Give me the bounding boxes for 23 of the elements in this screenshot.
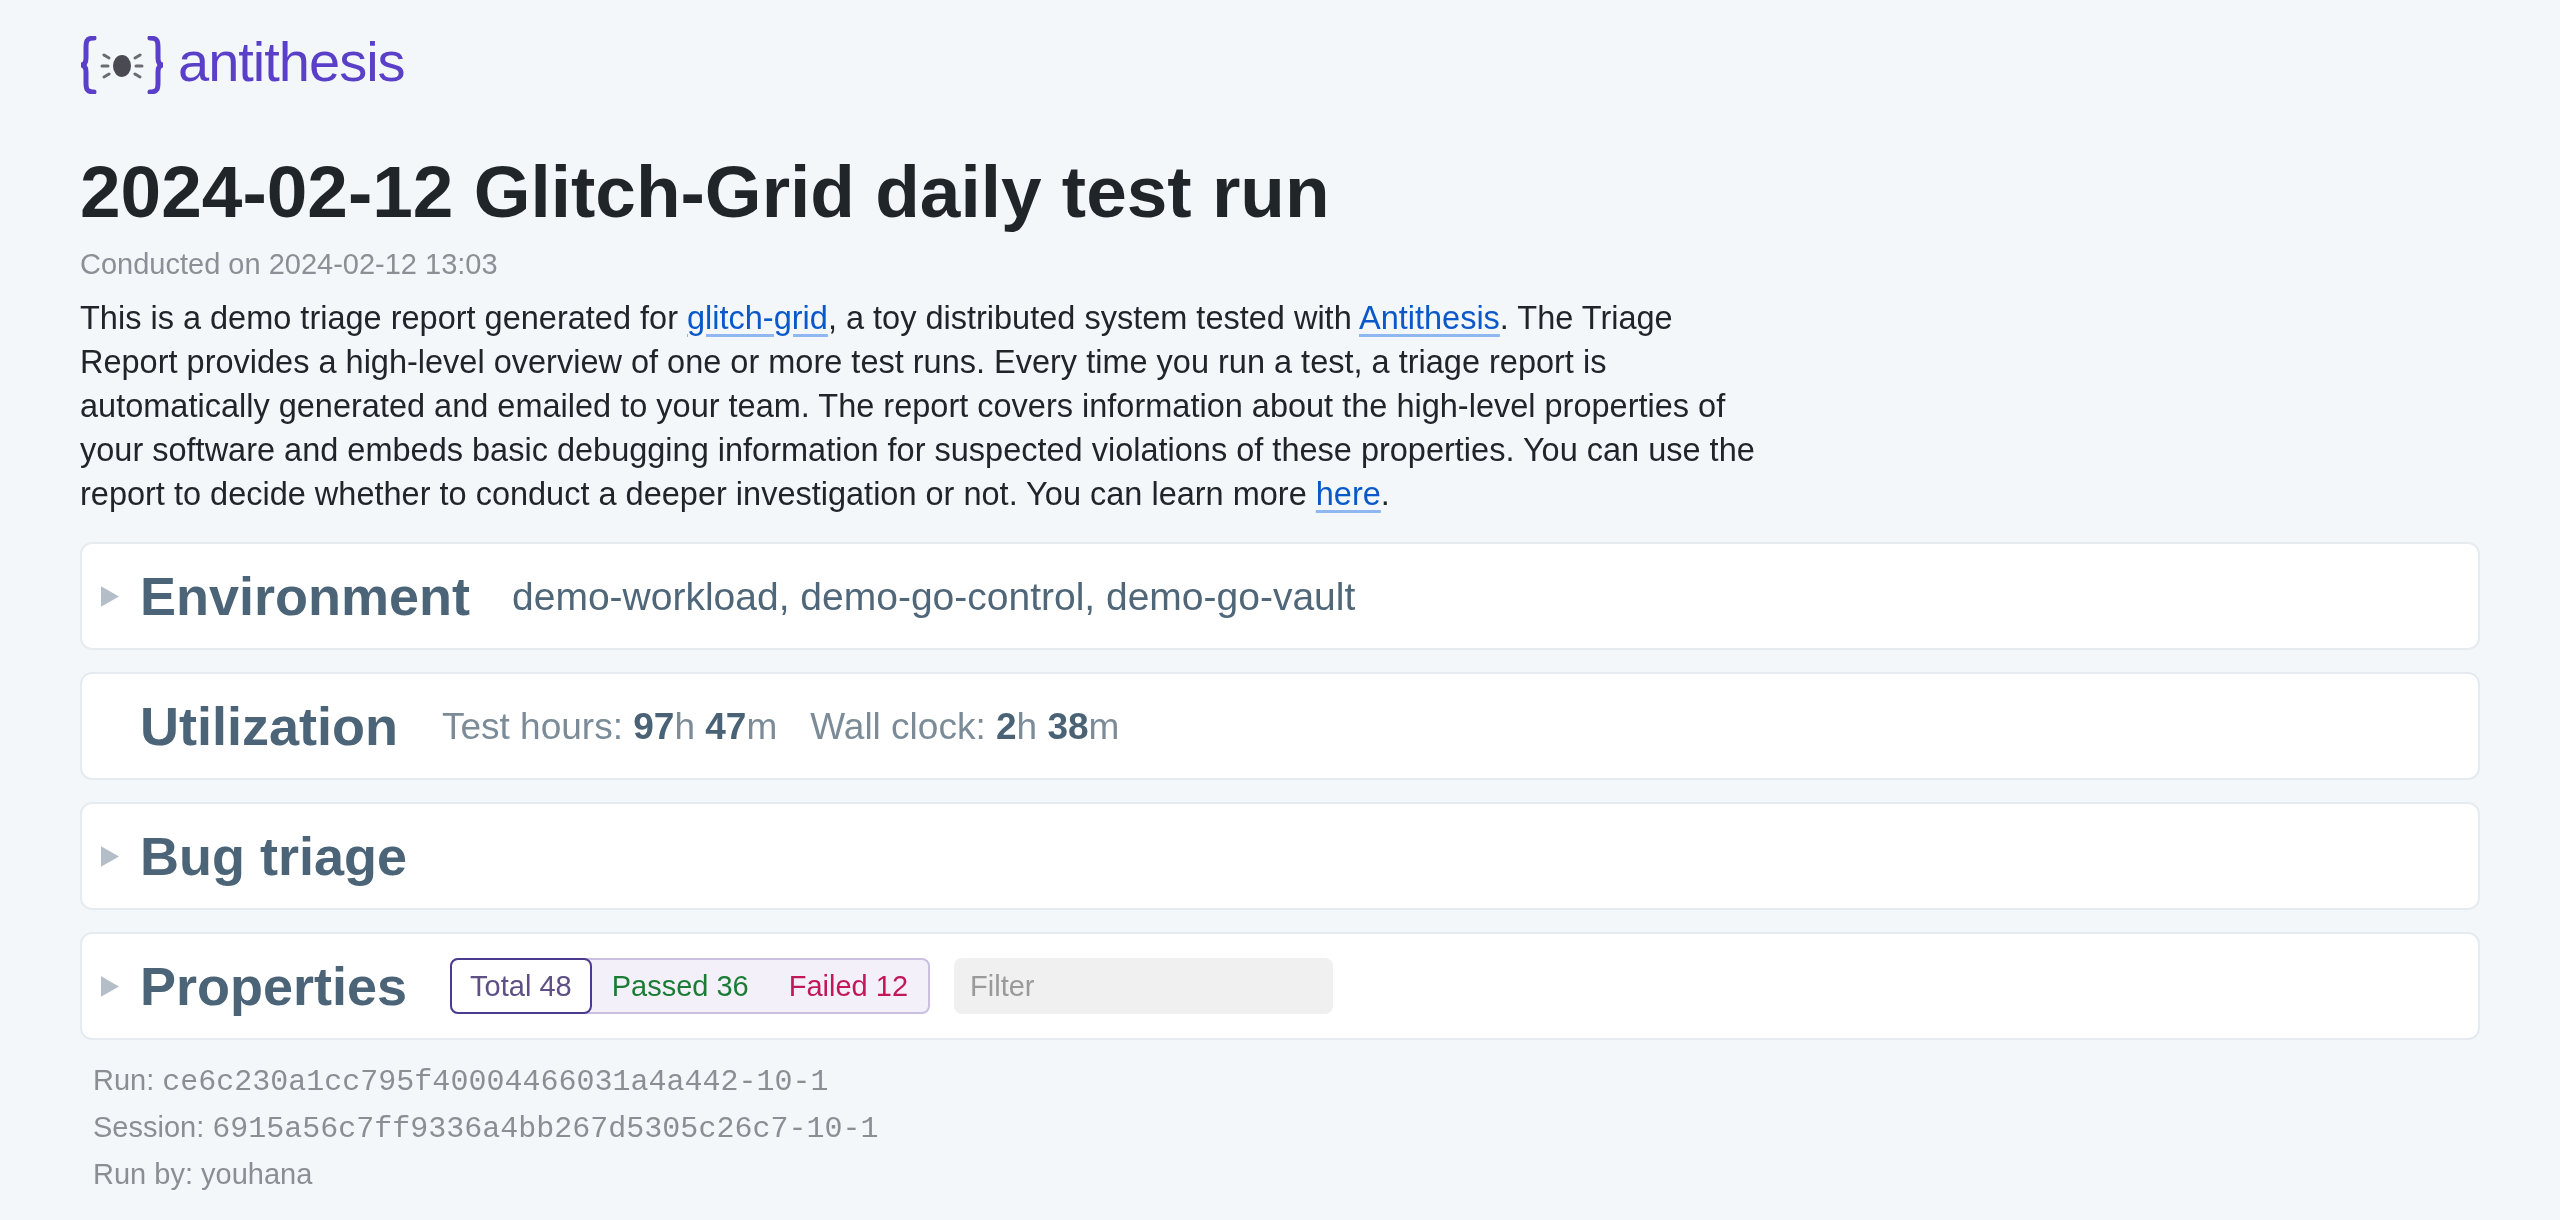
filter-field[interactable]: Filter <box>954 958 1334 1014</box>
status-tab[interactable]: Failed 12 <box>768 958 929 1014</box>
caret-right-icon[interactable] <box>101 585 119 607</box>
status-tab[interactable]: Total 48 <box>450 958 592 1014</box>
caret-right-icon[interactable] <box>101 975 119 997</box>
run-info-line: Run by: youhana <box>93 1157 313 1192</box>
environment-summary: demo-workload, demo-go-control, demo-go-vault <box>512 576 1356 616</box>
run-info-line: Run: ce6c230a1cc795f40004466031a4a442-10-1 <box>93 1063 829 1101</box>
conducted-date: Conducted on 2024-02-12 13:03 <box>80 247 498 282</box>
page-title: 2024-02-12 Glitch-Grid daily test run <box>80 152 1330 232</box>
caret-right-icon[interactable] <box>101 845 119 867</box>
section-heading: Environment <box>140 569 471 623</box>
run-info-line: Session: 6915a56c7ff9336a4bb267d5305c26c7-10-1 <box>93 1110 879 1148</box>
inline-link[interactable]: glitch-grid <box>687 300 828 336</box>
inline-link[interactable]: Antithesis <box>1358 300 1500 336</box>
logo-wordmark: antithesis <box>178 34 405 90</box>
intro-paragraph: This is a demo triage report generated for glitch-grid, a toy distributed system tested with Antithesis. The Triage Report provides a high-level overview of one or more test runs. Every time you run a test, a triage report is automatically generated and emailed to your team. The report covers information about the high-level properties of your software and embeds basic debugging information for suspected violations of these properties. You can use the report to decide whether to conduct a deeper investigation or not. You can learn more here. <box>80 299 1756 514</box>
status-tab[interactable]: Passed 36 <box>591 958 769 1014</box>
utilization-stat: Test hours: 97h 47m <box>442 707 778 745</box>
braces-bug-icon <box>80 36 164 94</box>
inline-link[interactable]: here <box>1315 476 1381 512</box>
utilization-stat: Wall clock: 2h 38m <box>810 707 1120 745</box>
section-heading: Utilization <box>140 699 398 753</box>
